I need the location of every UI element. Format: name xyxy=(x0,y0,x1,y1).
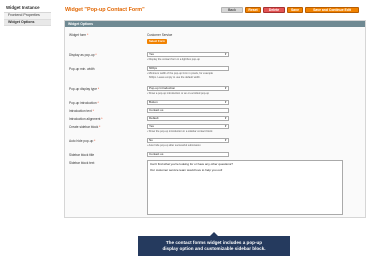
chevron-down-icon: ▼ xyxy=(224,53,227,56)
display-as-popup-note: ▪ Display the contact form in a lightbox… xyxy=(147,58,200,61)
sidebar-block-text-line-1: Can't find what you're looking for or ha… xyxy=(150,162,233,166)
popup-min-width-input[interactable]: 600px xyxy=(147,66,229,71)
chevron-down-icon: ▼ xyxy=(224,125,227,128)
popup-min-width-note: ▪ Minimum width of the pop-up form in pi… xyxy=(147,72,213,75)
save-and-continue-button[interactable]: Save and Continue Edit xyxy=(305,7,359,13)
widget-form-label: Widget form * xyxy=(69,33,89,37)
display-as-popup-label: Display as pop-up * xyxy=(69,53,97,57)
widget-form-value: Customer Service xyxy=(147,33,173,37)
chevron-down-icon: ▼ xyxy=(224,117,227,120)
delete-button[interactable]: Delete xyxy=(263,7,285,13)
introduction-alignment-select[interactable]: Default ▼ xyxy=(147,116,229,121)
select-form-button[interactable]: Select Form xyxy=(147,39,168,44)
popup-min-width-note-2: 600px. Leave empty to use the default wi… xyxy=(149,76,201,79)
auto-hide-popup-select[interactable]: No ▼ xyxy=(147,138,229,143)
chevron-down-icon: ▼ xyxy=(224,87,227,90)
save-button[interactable]: Save xyxy=(287,7,303,13)
caption-line-2: display option and customizable sidebar … xyxy=(162,246,266,251)
display-as-popup-select[interactable]: Yes ▼ xyxy=(147,52,229,57)
auto-hide-popup-label: Auto hide pop-up * xyxy=(69,139,96,143)
create-sidebar-block-note: ▪ Show the pop-up introduction in a side… xyxy=(147,130,213,133)
popup-introduction-select[interactable]: Button ▼ xyxy=(147,100,229,105)
introduction-alignment-label: Introduction alignment * xyxy=(69,117,103,121)
reset-button[interactable]: Reset xyxy=(245,7,261,13)
create-sidebar-block-label: Create sidebar block * xyxy=(69,125,101,129)
page-header: Widget "Pop-up Contact Form" Back Reset … xyxy=(64,6,366,18)
sidebar-block-title-label: Sidebar block title xyxy=(69,153,95,157)
create-sidebar-block-select[interactable]: Yes ▼ xyxy=(147,124,229,129)
sidebar-block-title-input[interactable]: Contact us xyxy=(147,152,229,157)
auto-hide-popup-note: ▪ Auto hide pop-up after successful subm… xyxy=(147,144,201,147)
chevron-down-icon: ▼ xyxy=(224,139,227,142)
popup-display-type-note: ▪ Show a pop-up introduction or an on-sc… xyxy=(147,92,210,95)
caption-box: The contact forms widget includes a pop-… xyxy=(138,236,290,256)
sidebar-item-frontend-properties[interactable]: Frontend Properties xyxy=(4,13,51,20)
sidebar-block-text-line-2: Our customer service team would love to … xyxy=(150,168,223,172)
chevron-down-icon: ▼ xyxy=(224,101,227,104)
sidebar-title: Widget Instance xyxy=(4,4,51,13)
sidebar-block-text-textarea[interactable]: Can't find what you're looking for or ha… xyxy=(147,160,343,215)
back-button[interactable]: Back xyxy=(221,7,243,13)
widget-options-panel: Widget Options Widget form * Customer Se… xyxy=(64,20,366,218)
panel-header: Widget Options xyxy=(65,21,365,27)
popup-display-type-label: Pop-up display type * xyxy=(69,87,100,91)
sidebar: Widget Instance Frontend Properties Widg… xyxy=(4,4,51,27)
popup-display-type-select[interactable]: Pop-up Introduction ▼ xyxy=(147,86,229,91)
popup-min-width-label: Pop-up min. width xyxy=(69,67,95,71)
sidebar-block-text-label: Sidebar block text xyxy=(69,161,95,165)
popup-introduction-label: Pop-up introduction * xyxy=(69,101,99,105)
introduction-text-label: Introduction text * xyxy=(69,109,94,113)
page-title: Widget "Pop-up Contact Form" xyxy=(65,7,145,13)
sidebar-item-widget-options[interactable]: Widget Options xyxy=(4,19,51,27)
introduction-text-input[interactable]: Contact us xyxy=(147,108,229,113)
